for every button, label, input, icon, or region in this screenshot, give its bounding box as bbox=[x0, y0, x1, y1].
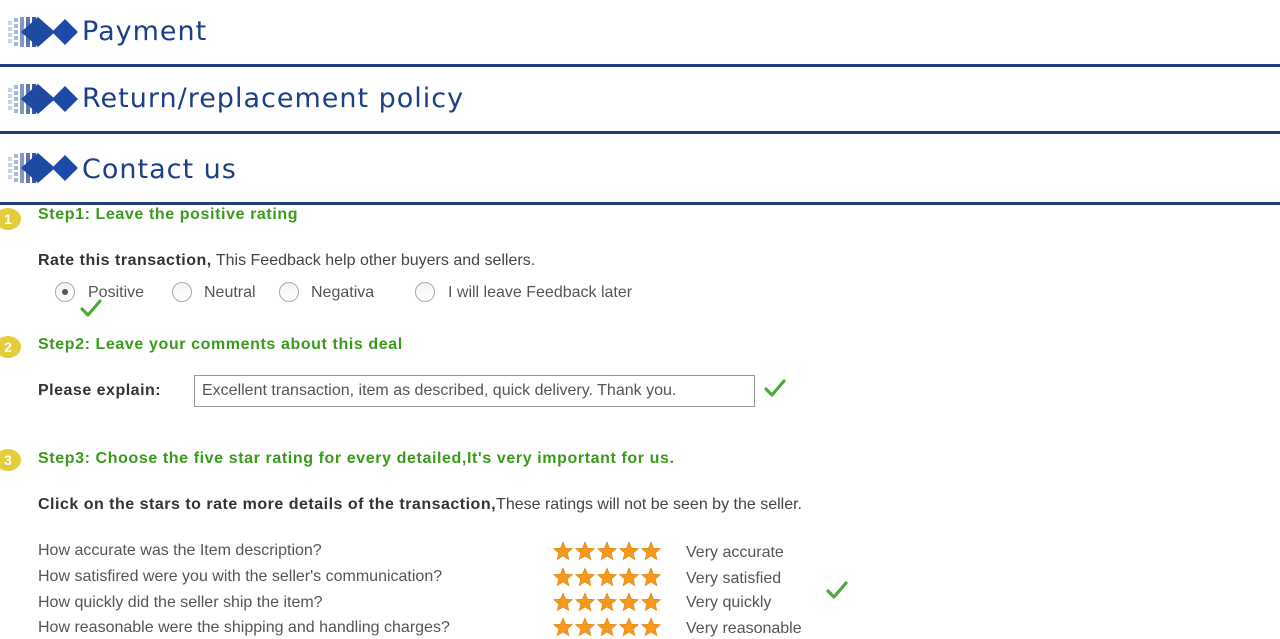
section-header-contact[interactable]: Contact us bbox=[0, 134, 1280, 205]
rating-label: Very accurate bbox=[686, 544, 784, 561]
step-2-title: Step2: Leave your comments about this de… bbox=[38, 336, 403, 353]
rate-transaction-prompt: Rate this transaction, This Feedback hel… bbox=[38, 252, 536, 269]
star-icon[interactable] bbox=[619, 592, 639, 612]
radio-feedback-later[interactable] bbox=[415, 282, 435, 302]
radio-label-neutral: Neutral bbox=[204, 284, 256, 301]
star-icon[interactable] bbox=[619, 617, 639, 637]
star-icon[interactable] bbox=[553, 592, 573, 612]
section-title-return-policy: Return/replacement policy bbox=[82, 83, 465, 114]
step-1-title: Step1: Leave the positive rating bbox=[38, 206, 299, 223]
diamond-logo-icon bbox=[8, 17, 78, 47]
star-icon[interactable] bbox=[641, 541, 661, 561]
star-icon[interactable] bbox=[553, 567, 573, 587]
svg-text:1: 1 bbox=[4, 211, 12, 227]
step-1-badge-icon: 1 bbox=[0, 208, 21, 230]
star-icon[interactable] bbox=[575, 567, 595, 587]
star-icon[interactable] bbox=[597, 617, 617, 637]
star-icon[interactable] bbox=[553, 541, 573, 561]
rating-question: How quickly did the seller ship the item… bbox=[38, 594, 323, 611]
rating-question: How accurate was the Item description? bbox=[38, 542, 322, 559]
star-rating[interactable] bbox=[553, 617, 661, 639]
svg-text:3: 3 bbox=[4, 452, 12, 468]
rating-label: Very quickly bbox=[686, 594, 772, 611]
section-header-payment[interactable]: Payment bbox=[0, 0, 1280, 67]
divider bbox=[0, 202, 1280, 205]
star-rating[interactable] bbox=[553, 567, 661, 589]
section-title-contact: Contact us bbox=[82, 154, 237, 185]
star-icon[interactable] bbox=[597, 567, 617, 587]
check-icon bbox=[764, 379, 786, 397]
star-icon[interactable] bbox=[641, 567, 661, 587]
diamond-logo-icon bbox=[8, 153, 78, 183]
radio-positive[interactable] bbox=[55, 282, 75, 302]
radio-neutral[interactable] bbox=[172, 282, 192, 302]
star-icon[interactable] bbox=[553, 617, 573, 637]
comment-input[interactable]: Excellent transaction, item as described… bbox=[194, 375, 755, 407]
radio-negative[interactable] bbox=[279, 282, 299, 302]
star-rating[interactable] bbox=[553, 592, 661, 614]
rating-question: How satisfired were you with the seller'… bbox=[38, 568, 443, 585]
section-title-payment: Payment bbox=[82, 16, 208, 47]
rating-label: Very reasonable bbox=[686, 620, 802, 637]
rating-label: Very satisfied bbox=[686, 570, 782, 587]
star-icon[interactable] bbox=[641, 592, 661, 612]
star-rating[interactable] bbox=[553, 541, 661, 563]
star-icon[interactable] bbox=[575, 592, 595, 612]
star-icon[interactable] bbox=[575, 617, 595, 637]
diamond-logo-icon bbox=[8, 84, 78, 114]
star-icon[interactable] bbox=[619, 541, 639, 561]
section-header-return-policy[interactable]: Return/replacement policy bbox=[0, 67, 1280, 134]
check-icon bbox=[80, 299, 102, 317]
step-3-badge-icon: 3 bbox=[0, 449, 21, 471]
radio-label-feedback-later: I will leave Feedback later bbox=[448, 284, 633, 301]
star-rating-prompt: Click on the stars to rate more details … bbox=[38, 496, 802, 513]
radio-label-negative: Negativa bbox=[311, 284, 375, 301]
star-icon[interactable] bbox=[597, 541, 617, 561]
svg-text:2: 2 bbox=[4, 339, 12, 355]
check-icon bbox=[826, 581, 848, 599]
rating-question: How reasonable were the shipping and han… bbox=[38, 619, 450, 636]
star-icon[interactable] bbox=[597, 592, 617, 612]
step-3-title: Step3: Choose the five star rating for e… bbox=[38, 450, 675, 467]
star-icon[interactable] bbox=[575, 541, 595, 561]
star-icon[interactable] bbox=[619, 567, 639, 587]
star-icon[interactable] bbox=[641, 617, 661, 637]
please-explain-label: Please explain: bbox=[38, 382, 162, 399]
step-2-badge-icon: 2 bbox=[0, 336, 21, 358]
